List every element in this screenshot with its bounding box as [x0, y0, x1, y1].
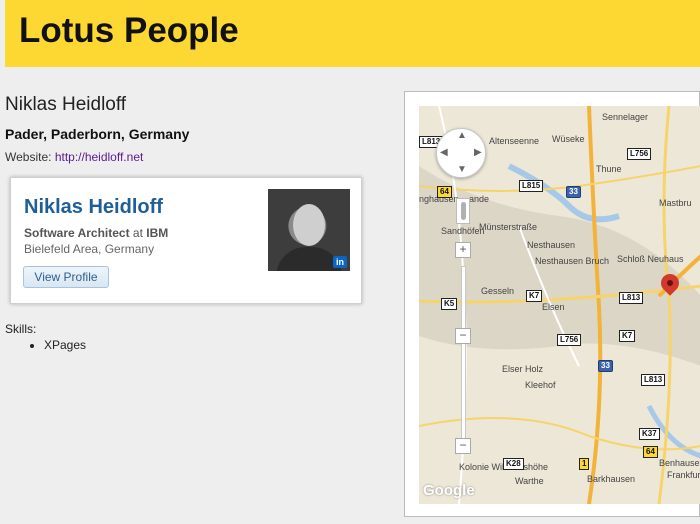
road-shield: K7 — [619, 330, 636, 342]
road-shield: 64 — [643, 446, 658, 458]
app-header: Lotus People — [5, 0, 700, 67]
place-label: Mastbru — [659, 198, 692, 208]
map-canvas[interactable]: Sennelager Altenseenne Wüseke Thune Mast… — [419, 106, 700, 504]
pan-up-icon[interactable]: ▲ — [457, 130, 467, 141]
place-label: Sennelager — [602, 112, 649, 122]
road-shield: 64 — [437, 186, 452, 198]
zoom-out-button[interactable]: − — [455, 438, 471, 454]
card-name-link[interactable]: Niklas Heidloff — [24, 196, 163, 219]
place-label: Elsen — [542, 302, 565, 312]
skills-list: XPages — [32, 338, 86, 352]
zoom-level-handle[interactable]: − — [455, 328, 471, 344]
place-label: Sandhöfen — [441, 226, 485, 236]
place-label: Wüseke — [552, 134, 585, 144]
road-shield: 33 — [566, 186, 581, 198]
place-label: Warthe — [515, 476, 544, 486]
map-zoom-slider[interactable] — [461, 266, 466, 446]
website-link[interactable]: http://heidloff.net — [55, 150, 144, 164]
linkedin-profile-card: Niklas Heidloff Software Architect at IB… — [10, 177, 362, 304]
place-label: Nesthausen Bruch — [535, 256, 610, 266]
road-shield: 1 — [579, 458, 590, 470]
street-view-pegman-icon[interactable] — [456, 198, 470, 224]
map-pan-control[interactable]: ▲ ▼ ◀ ▶ — [436, 128, 486, 178]
place-label: Nesthausen — [527, 240, 576, 250]
card-role: Software Architect — [24, 226, 130, 240]
person-name: Niklas Heidloff — [5, 94, 127, 115]
pan-right-icon[interactable]: ▶ — [474, 147, 482, 158]
card-headline: Software Architect at IBM — [24, 226, 168, 240]
road-shield: 33 — [598, 360, 613, 372]
card-at: at — [129, 226, 147, 240]
place-label: Gesseln — [481, 286, 515, 296]
view-profile-button[interactable]: View Profile — [23, 266, 109, 288]
road-shield: L815 — [519, 180, 544, 192]
zoom-in-button[interactable]: + — [455, 242, 471, 258]
linkedin-icon: in — [333, 256, 347, 268]
road-shield: L813 — [619, 292, 644, 304]
road-shield: L756 — [627, 148, 652, 160]
card-area: Bielefeld Area, Germany — [24, 242, 155, 256]
place-label: Altenseenne — [489, 136, 540, 146]
card-company: IBM — [146, 226, 169, 240]
place-label: Frankfurt — [667, 470, 700, 480]
map-frame: Sennelager Altenseenne Wüseke Thune Mast… — [404, 91, 700, 517]
skills-label: Skills: — [5, 322, 37, 336]
website-label: Website: — [5, 150, 55, 164]
website-row: Website: http://heidloff.net — [5, 150, 143, 164]
avatar[interactable]: in — [268, 189, 350, 271]
place-label: Benhausen — [659, 458, 700, 468]
road-shield: K7 — [526, 290, 543, 302]
road-shield: L813 — [641, 374, 666, 386]
place-label: Münsterstraße — [479, 222, 538, 232]
road-shield: K37 — [639, 428, 660, 440]
place-label: Schloß Neuhaus — [617, 254, 684, 264]
place-label: Barkhausen — [587, 474, 636, 484]
road-shield: L756 — [557, 334, 582, 346]
avatar-face — [293, 204, 325, 246]
person-location: Pader, Paderborn, Germany — [5, 126, 190, 142]
pan-left-icon[interactable]: ◀ — [440, 147, 448, 158]
place-label: ande — [469, 194, 490, 204]
app-title: Lotus People — [19, 11, 239, 50]
place-label: Thune — [596, 164, 622, 174]
road-shield: K28 — [503, 458, 524, 470]
skill-item: XPages — [44, 338, 86, 352]
pan-down-icon[interactable]: ▼ — [457, 164, 467, 175]
place-label: Elser Holz — [502, 364, 544, 374]
google-logo: Google — [423, 482, 475, 499]
place-label: Kleehof — [525, 380, 556, 390]
road-shield: K5 — [441, 298, 458, 310]
